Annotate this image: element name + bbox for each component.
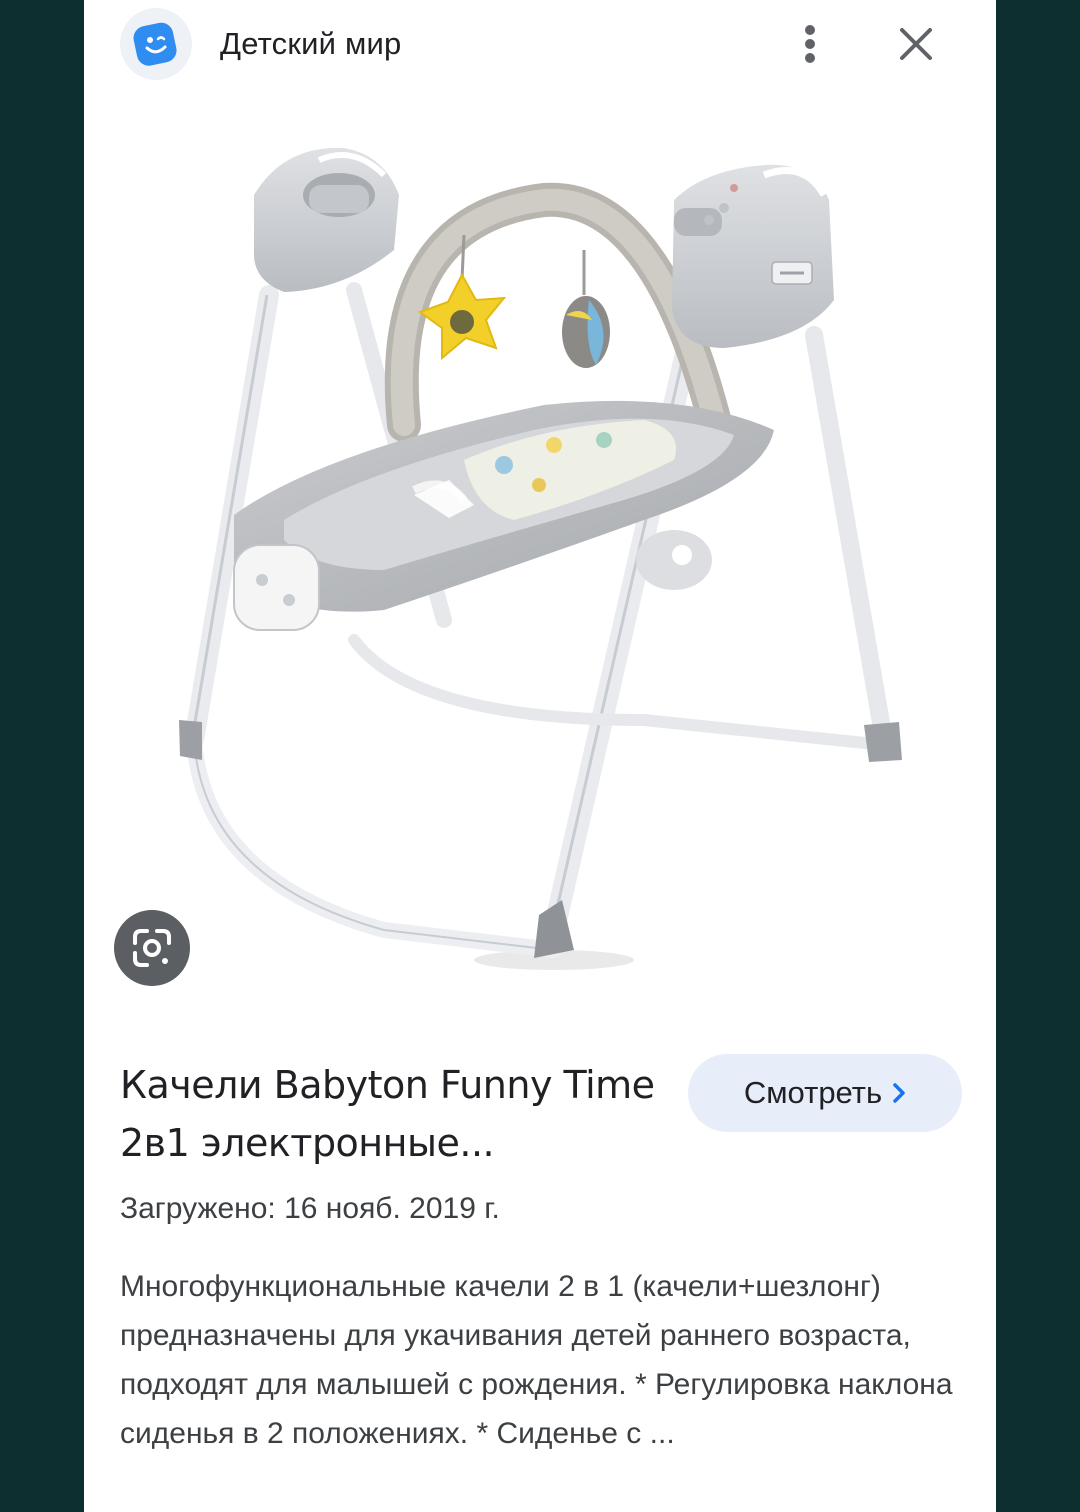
google-lens-button[interactable] <box>114 910 190 986</box>
more-options-button[interactable] <box>784 18 836 70</box>
google-lens-icon <box>133 929 171 967</box>
view-button[interactable]: Смотреть <box>688 1054 962 1132</box>
product-description: Многофункциональные качели 2 в 1 (качели… <box>120 1270 953 1450</box>
left-backdrop <box>0 0 84 1512</box>
close-button[interactable] <box>890 18 942 70</box>
chevron-right-icon <box>893 1083 905 1103</box>
smiley-logo-icon <box>133 22 177 66</box>
product-title: Качели Babyton Funny Time 2в1 электронны… <box>120 1063 655 1165</box>
right-backdrop <box>996 0 1080 1512</box>
product-image[interactable] <box>84 100 996 1000</box>
image-detail-card: Детский мир Качели Babyton Funny Time 2в… <box>84 0 996 1512</box>
more-vert-icon <box>805 25 815 63</box>
site-name[interactable]: Детский мир <box>220 26 401 62</box>
site-logo[interactable] <box>120 8 192 80</box>
upload-date: Загружено: 16 нояб. 2019 г. <box>120 1192 500 1225</box>
view-button-label: Смотреть <box>743 1075 883 1110</box>
header: Детский мир <box>84 0 996 92</box>
baby-swing-image <box>179 147 902 970</box>
close-icon <box>900 28 932 60</box>
